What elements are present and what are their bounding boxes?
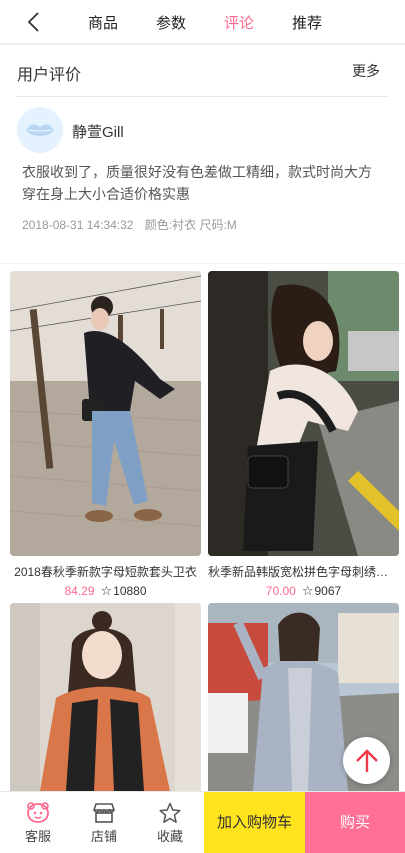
- arrow-up-icon: [356, 749, 378, 772]
- review-title: 用户评价: [17, 67, 82, 84]
- tab-params[interactable]: 参数: [156, 12, 186, 33]
- product-card[interactable]: 秋季新品韩版宽松拼色字母刺绣上衣 70.00 ☆9067: [208, 271, 399, 599]
- favorite-button[interactable]: 收藏: [137, 792, 203, 853]
- review-header: 用户评价 更多: [17, 45, 388, 97]
- shop-label: 店铺: [90, 829, 117, 844]
- top-nav-bar: 商品 参数 评论 推荐: [0, 0, 405, 44]
- back-button[interactable]: [22, 10, 48, 34]
- tab-reviews[interactable]: 评论: [224, 12, 254, 33]
- product-name: 2018春秋季新款字母短款套头卫衣: [14, 565, 197, 579]
- shop-button[interactable]: 店铺: [71, 792, 137, 853]
- product-price: 84.29: [64, 584, 95, 598]
- bottom-action-bar: 客服 店铺 收藏 加入购物车 购买: [0, 791, 405, 853]
- review-spec: 颜色:衬衣 尺码:M: [144, 218, 237, 232]
- reviewer-name: 静萱Gill: [72, 124, 124, 141]
- review-section: 用户评价 更多 静萱Gill 衣服收到了，质量很好没有色差做工精细，款式时尚大方…: [0, 45, 405, 263]
- product-name: 秋季新品韩版宽松拼色字母刺绣上衣: [208, 565, 399, 579]
- favorite-count: 10880: [113, 584, 147, 598]
- star-icon: ☆: [100, 583, 113, 598]
- shop-icon: [92, 803, 116, 823]
- star-icon: ☆: [301, 583, 314, 598]
- favorite-label: 收藏: [156, 829, 183, 844]
- add-to-cart-button[interactable]: 加入购物车: [204, 792, 305, 853]
- product-card[interactable]: [10, 603, 201, 791]
- product-card[interactable]: 2018春秋季新款字母短款套头卫衣 84.29 ☆10880: [10, 271, 201, 599]
- product-price-row: 84.29 ☆10880: [10, 583, 201, 599]
- product-image[interactable]: [10, 271, 201, 556]
- service-label: 客服: [24, 829, 51, 844]
- star-outline-icon: [159, 802, 181, 823]
- review-more-link[interactable]: 更多: [352, 61, 380, 81]
- lips-icon: [26, 124, 54, 136]
- service-button[interactable]: 客服: [5, 792, 71, 853]
- tab-recommend[interactable]: 推荐: [292, 12, 322, 33]
- review-text: 衣服收到了，质量很好没有色差做工精细，款式时尚大方穿在身上大小合适价格实惠: [22, 164, 372, 202]
- product-price: 70.00: [265, 584, 296, 598]
- product-price-row: 70.00 ☆9067: [208, 583, 399, 599]
- buy-button[interactable]: 购买: [305, 792, 405, 853]
- avatar: [17, 107, 63, 153]
- product-grid: 2018春秋季新款字母短款套头卫衣 84.29 ☆10880 秋季新品韩版宽松拼…: [0, 264, 405, 791]
- favorite-count: 9067: [314, 584, 342, 598]
- product-image[interactable]: [10, 603, 201, 791]
- product-image[interactable]: [208, 271, 399, 556]
- service-face-icon: [27, 802, 49, 823]
- scroll-top-button[interactable]: [343, 737, 390, 784]
- review-date: 2018-08-31 14:34:32: [22, 218, 134, 232]
- review-meta: 2018-08-31 14:34:32 颜色:衬衣 尺码:M: [22, 216, 245, 233]
- back-arrow-icon: [27, 12, 39, 32]
- tab-goods[interactable]: 商品: [88, 12, 118, 33]
